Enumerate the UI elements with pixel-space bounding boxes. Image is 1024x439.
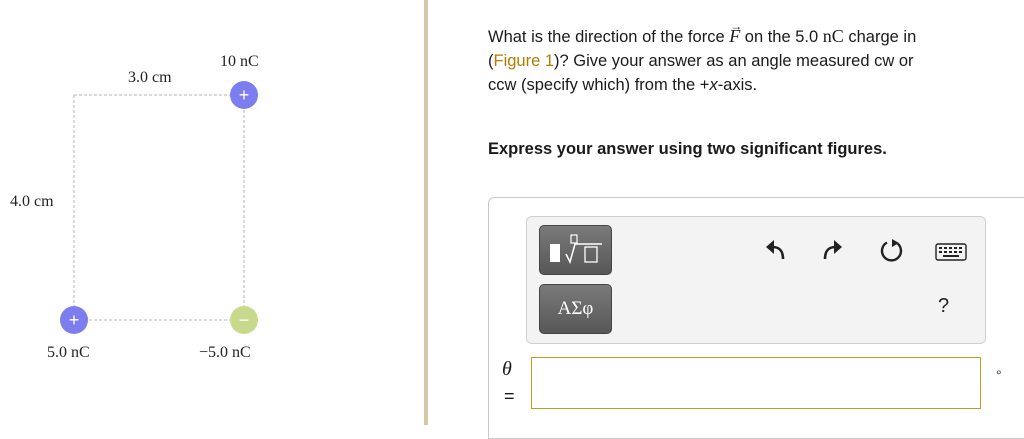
equals-sign: = [504,386,515,406]
redo-icon [823,240,842,260]
width-label: 3.0 cm [128,69,172,86]
theta-label: θ [502,358,512,380]
plus-sign-icon: + [69,310,80,330]
keyboard-icon [935,243,967,261]
math-toolbar: ΑΣφ ? [526,216,986,344]
height-label: 4.0 cm [10,193,54,210]
undo-icon [766,240,785,260]
figure-link[interactable]: Figure 1 [494,52,555,70]
angle-answer-input[interactable] [531,357,981,409]
minus-sign-icon: − [239,310,250,330]
charge-5nc-label: 5.0 nC [47,344,90,361]
undo-button[interactable] [763,237,789,263]
question-panel: What is the direction of the force → F on… [428,0,1024,439]
vector-arrow-icon: → [730,19,743,33]
figure-panel: 3.0 cm 4.0 cm 10 nC + + 5.0 nC − −5.0 nC [0,0,426,425]
instruction-text: Express your answer using two significan… [488,140,887,158]
plus-sign-icon: + [239,85,250,105]
charge-10nc-label: 10 nC [220,53,259,70]
reset-icon [880,239,903,262]
force-vector-symbol: → F [729,19,742,46]
degree-unit: ° [996,367,1002,383]
keyboard-button[interactable] [935,243,967,261]
charge-figure: 3.0 cm 4.0 cm 10 nC + + 5.0 nC − −5.0 nC [10,53,259,361]
charge-neg-5nc-label: −5.0 nC [199,344,251,361]
reset-button[interactable] [878,237,906,265]
templates-icon [549,234,602,265]
question-text: What is the direction of the force → F on… [488,19,938,97]
help-button[interactable]: ? [938,295,949,318]
templates-button[interactable] [539,225,612,275]
symbols-button[interactable]: ΑΣφ [539,284,612,334]
redo-button[interactable] [819,237,845,263]
